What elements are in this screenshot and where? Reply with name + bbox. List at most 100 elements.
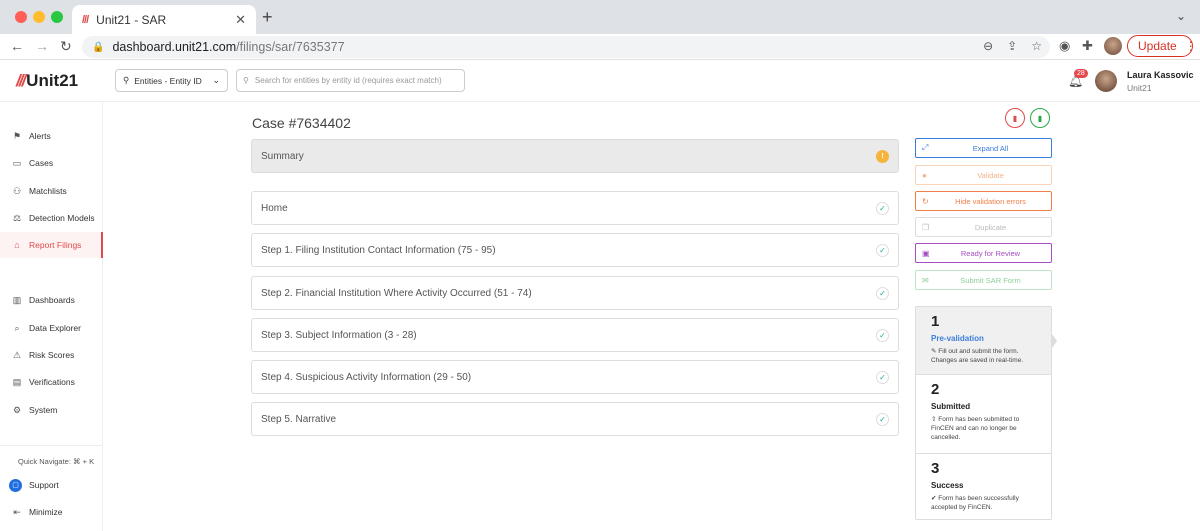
- section-label: Step 1. Filing Institution Contact Infor…: [261, 244, 496, 256]
- section-step-3[interactable]: Step 3. Subject Information (3 - 28) ✓: [251, 318, 899, 352]
- sidebar-item-report-filings[interactable]: ⌂ Report Filings: [0, 232, 103, 258]
- back-arrow-icon[interactable]: ←: [10, 38, 24, 54]
- alert-circle-icon: ●: [922, 170, 927, 180]
- minimize-button[interactable]: ⇤ Minimize: [0, 499, 103, 525]
- section-summary[interactable]: Summary !: [251, 139, 899, 173]
- step-title: Pre-validation: [931, 334, 984, 343]
- browser-tab-bar: /// Unit21 - SAR ✕ + ⌄: [0, 0, 1200, 34]
- sidebar-item-data-explorer[interactable]: ⌕ Data Explorer: [0, 315, 103, 341]
- tab-close-icon[interactable]: ✕: [235, 12, 246, 28]
- notification-badge: 28: [1074, 69, 1088, 78]
- check-icon: ✓: [876, 286, 889, 300]
- section-home[interactable]: Home ✓: [251, 191, 899, 225]
- forward-arrow-icon[interactable]: →: [35, 38, 49, 54]
- sidebar-item-label: Matchlists: [29, 186, 67, 196]
- browser-address-bar: ← → ↻ 🔒 dashboard.unit21.com/filings/sar…: [0, 34, 1200, 60]
- user-icon: ⚲: [123, 75, 130, 85]
- copy-icon: ❐: [922, 222, 930, 232]
- expand-icon: ⤢: [922, 143, 929, 152]
- sidebar-item-alerts[interactable]: ⚑ Alerts: [0, 123, 103, 149]
- sidebar-item-label: Cases: [29, 158, 54, 168]
- gear-icon: ⚙: [12, 404, 22, 415]
- download-file-button[interactable]: ▮: [1030, 108, 1050, 128]
- sidebar-item-label: System: [29, 405, 58, 415]
- section-step-4[interactable]: Step 4. Suspicious Activity Information …: [251, 360, 899, 394]
- step-description: Form has been successfully accepted by F…: [931, 494, 1019, 512]
- app-header: /// Unit21 ⚲ Entities - Entity ID ⌄ ⚲ Se…: [0, 60, 1200, 102]
- star-icon[interactable]: ☆: [1031, 39, 1042, 53]
- validate-button[interactable]: ● Validate: [915, 165, 1052, 185]
- browser-profile-avatar[interactable]: [1104, 37, 1122, 55]
- sidebar-item-dashboards[interactable]: ▥ Dashboards: [0, 287, 103, 313]
- sidebar-item-cases[interactable]: ▭ Cases: [0, 150, 103, 176]
- main-content: Case #7634402 ▮ ▮ Summary ! Home ✓ Step …: [104, 102, 1200, 531]
- user-name[interactable]: Laura Kassovic: [1127, 70, 1194, 80]
- window-close-button[interactable]: [15, 11, 27, 23]
- browser-tab[interactable]: /// Unit21 - SAR ✕: [72, 5, 256, 34]
- user-plus-icon: ⚇: [12, 185, 22, 196]
- section-label: Step 2. Financial Institution Where Acti…: [261, 287, 532, 299]
- check-icon: ✓: [876, 328, 889, 342]
- tab-title: Unit21 - SAR: [96, 12, 167, 27]
- duplicate-button[interactable]: ❐ Duplicate: [915, 217, 1052, 237]
- tab-list-chevron-icon[interactable]: ⌄: [1176, 9, 1186, 23]
- update-label: Update: [1138, 39, 1177, 53]
- button-label: Hide validation errors: [955, 196, 1026, 206]
- refresh-icon: ↻: [922, 196, 929, 206]
- section-step-2[interactable]: Step 2. Financial Institution Where Acti…: [251, 276, 899, 310]
- warning-icon: ⚠: [12, 349, 22, 360]
- section-step-1[interactable]: Step 1. Filing Institution Contact Infor…: [251, 233, 899, 267]
- chart-icon: ▥: [12, 294, 22, 305]
- sidebar-divider: [0, 445, 103, 446]
- url-path: /filings/sar/7635377: [236, 40, 345, 54]
- bank-icon: ⌂: [14, 240, 20, 250]
- url-field[interactable]: 🔒 dashboard.unit21.com/filings/sar/76353…: [82, 36, 1050, 58]
- step-description: Fill out and submit the form. Changes ar…: [931, 347, 1024, 365]
- sidebar-item-verifications[interactable]: ▤ Verifications: [0, 369, 103, 395]
- sidebar-item-label: Alerts: [29, 131, 51, 141]
- window-zoom-button[interactable]: [51, 11, 63, 23]
- sidebar-item-system[interactable]: ⚙ System: [0, 397, 103, 423]
- sidebar-item-label: Verifications: [29, 377, 75, 387]
- section-label: Step 5. Narrative: [261, 413, 337, 425]
- sidebar-item-label: Risk Scores: [29, 350, 75, 360]
- chevron-down-icon: ⌄: [212, 75, 220, 85]
- section-label: Summary: [261, 150, 304, 162]
- section-label: Step 3. Subject Information (3 - 28): [261, 329, 417, 341]
- window-minimize-button[interactable]: [33, 11, 45, 23]
- hide-validation-errors-button[interactable]: ↻ Hide validation errors: [915, 191, 1052, 211]
- avatar[interactable]: [1095, 70, 1117, 92]
- support-icon: ▢: [9, 478, 22, 492]
- expand-all-button[interactable]: ⤢ Expand All: [915, 138, 1052, 158]
- entity-type-select[interactable]: ⚲ Entities - Entity ID ⌄: [115, 69, 228, 92]
- brand-logo[interactable]: /// Unit21: [16, 71, 78, 91]
- sidebar-item-matchlists[interactable]: ⚇ Matchlists: [0, 178, 103, 204]
- sidebar-item-label: Detection Models: [29, 213, 95, 223]
- puzzle-icon[interactable]: ✚: [1082, 38, 1093, 54]
- zoom-icon[interactable]: ⊖: [983, 39, 993, 53]
- submit-sar-form-button[interactable]: ✉ Submit SAR Form: [915, 270, 1052, 290]
- support-button[interactable]: ▢ Support: [0, 472, 103, 498]
- share-icon[interactable]: ⇪: [1007, 39, 1017, 53]
- update-button[interactable]: Update ⋮: [1127, 35, 1197, 57]
- search-data-icon: ⌕: [14, 322, 20, 333]
- sidebar-item-detection-models[interactable]: ⚖ Detection Models: [0, 205, 103, 231]
- sidebar-item-risk-scores[interactable]: ⚠ Risk Scores: [0, 342, 103, 368]
- button-label: Expand All: [972, 143, 1009, 153]
- extension-icon[interactable]: ◉: [1059, 38, 1070, 54]
- entity-search-input[interactable]: ⚲ Search for entities by entity id (requ…: [236, 69, 465, 92]
- tab-favicon-icon: ///: [82, 13, 89, 26]
- button-label: Duplicate: [974, 222, 1007, 232]
- ready-for-review-button[interactable]: ▣ Ready for Review: [915, 243, 1052, 263]
- step-pre-validation: 1 Pre-validation ✎ Fill out and submit t…: [916, 307, 1051, 374]
- kebab-menu-icon: ⋮: [1184, 39, 1197, 53]
- new-tab-icon[interactable]: +: [262, 7, 273, 28]
- step-title: Submitted: [931, 402, 971, 411]
- reload-icon[interactable]: ↻: [60, 38, 72, 55]
- section-step-5[interactable]: Step 5. Narrative ✓: [251, 402, 899, 436]
- step-title: Success: [931, 481, 964, 490]
- check-icon: ✓: [876, 370, 889, 384]
- download-pdf-button[interactable]: ▮: [1005, 108, 1025, 128]
- filing-progress-steps: 1 Pre-validation ✎ Fill out and submit t…: [915, 306, 1052, 520]
- inbox-icon: ▣: [922, 248, 930, 258]
